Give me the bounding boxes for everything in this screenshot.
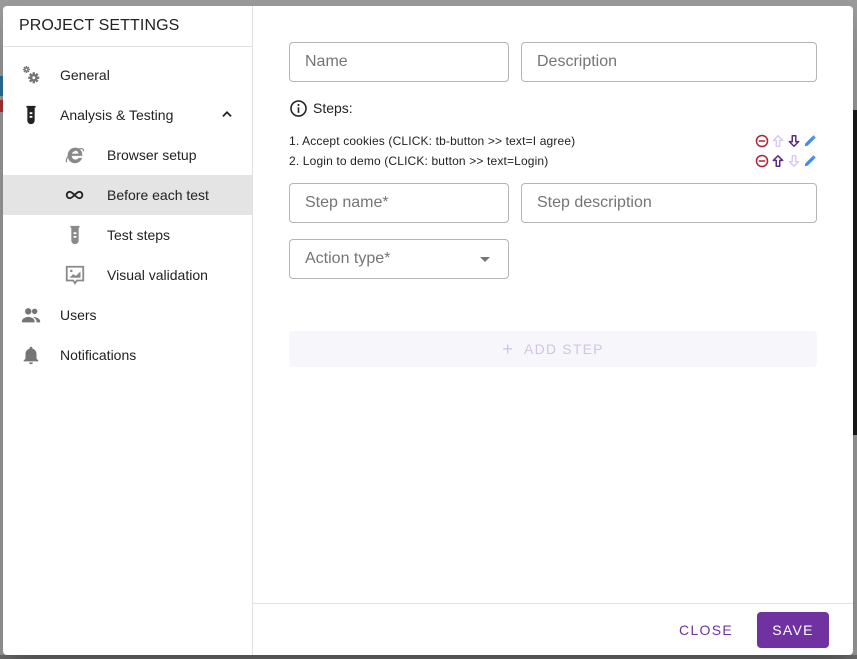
sidebar-item-label: Analysis & Testing xyxy=(60,107,174,123)
add-step-label: ADD STEP xyxy=(524,341,604,357)
sidebar-item-users[interactable]: Users xyxy=(3,295,252,335)
sidebar-item-label: Notifications xyxy=(60,347,137,363)
steps-header: Steps: xyxy=(289,99,817,117)
move-down-icon[interactable] xyxy=(786,134,801,149)
sidebar-item-before-each-test[interactable]: Before each test xyxy=(3,175,252,215)
background-element xyxy=(853,110,857,435)
image-comment-icon xyxy=(63,263,87,287)
test-info-row xyxy=(289,42,817,82)
sidebar-item-label: Browser setup xyxy=(107,147,197,163)
dropdown-arrow-icon xyxy=(480,257,490,262)
edit-step-icon[interactable] xyxy=(802,154,817,169)
steps-list: 1. Accept cookies (CLICK: tb-button >> t… xyxy=(289,131,817,171)
step-actions xyxy=(754,154,817,169)
sidebar-item-browser-setup[interactable]: Browser setup xyxy=(3,135,252,175)
step-actions xyxy=(754,134,817,149)
step-description-field[interactable] xyxy=(521,183,817,223)
move-up-icon[interactable] xyxy=(770,154,785,169)
remove-step-icon[interactable] xyxy=(754,134,769,149)
chevron-up-icon[interactable] xyxy=(220,107,234,124)
sidebar-item-test-steps[interactable]: Test steps xyxy=(3,215,252,255)
step-item: 2. Login to demo (CLICK: button >> text=… xyxy=(289,151,817,171)
settings-nav: General Analysis & Testing Browser setup xyxy=(3,55,252,375)
sidebar-item-general[interactable]: General xyxy=(3,55,252,95)
settings-sidebar: PROJECT SETTINGS General Analysis & Test… xyxy=(3,6,253,655)
name-field[interactable] xyxy=(289,42,509,82)
description-field[interactable] xyxy=(521,42,817,82)
dialog-actions: CLOSE SAVE xyxy=(253,603,853,655)
test-tube-icon xyxy=(19,103,43,127)
save-button[interactable]: SAVE xyxy=(757,611,829,648)
step-text: 1. Accept cookies (CLICK: tb-button >> t… xyxy=(289,134,576,148)
action-type-select[interactable]: Action type* xyxy=(289,239,509,279)
description-input[interactable] xyxy=(537,53,816,71)
sidebar-item-label: Test steps xyxy=(107,227,171,243)
sidebar-item-label: Before each test xyxy=(107,187,209,203)
internet-explorer-icon xyxy=(63,143,87,167)
remove-step-icon[interactable] xyxy=(754,154,769,169)
step-text: 2. Login to demo (CLICK: button >> text=… xyxy=(289,154,549,168)
sidebar-item-analysis-testing[interactable]: Analysis & Testing xyxy=(3,95,252,135)
people-icon xyxy=(19,303,43,327)
test-tube-icon xyxy=(63,223,87,247)
sidebar-item-visual-validation[interactable]: Visual validation xyxy=(3,255,252,295)
dialog-title: PROJECT SETTINGS xyxy=(3,6,252,47)
sidebar-item-label: Users xyxy=(60,307,97,323)
steps-label: Steps: xyxy=(313,100,353,116)
sidebar-item-label: General xyxy=(60,67,110,83)
step-name-field[interactable] xyxy=(289,183,509,223)
action-type-row: Action type* xyxy=(289,239,817,279)
step-name-input[interactable] xyxy=(305,194,508,212)
step-item: 1. Accept cookies (CLICK: tb-button >> t… xyxy=(289,131,817,151)
step-description-input[interactable] xyxy=(537,194,816,212)
project-settings-dialog: PROJECT SETTINGS General Analysis & Test… xyxy=(3,6,853,655)
infinity-icon xyxy=(63,183,87,207)
move-up-icon xyxy=(770,134,785,149)
bell-icon xyxy=(19,343,43,367)
sidebar-item-notifications[interactable]: Notifications xyxy=(3,335,252,375)
new-step-row xyxy=(289,183,817,223)
name-input[interactable] xyxy=(305,53,508,71)
info-icon xyxy=(289,99,308,118)
settings-main-panel: Steps: 1. Accept cookies (CLICK: tb-butt… xyxy=(253,6,853,655)
action-type-placeholder: Action type* xyxy=(305,250,391,267)
add-step-button[interactable]: + ADD STEP xyxy=(289,331,817,367)
move-down-icon xyxy=(786,154,801,169)
edit-step-icon[interactable] xyxy=(802,134,817,149)
gears-icon xyxy=(19,63,43,87)
background-element xyxy=(0,655,857,659)
close-button[interactable]: CLOSE xyxy=(665,614,747,646)
plus-icon: + xyxy=(502,338,515,359)
sidebar-item-label: Visual validation xyxy=(107,267,208,283)
before-each-test-form: Steps: 1. Accept cookies (CLICK: tb-butt… xyxy=(289,42,817,367)
